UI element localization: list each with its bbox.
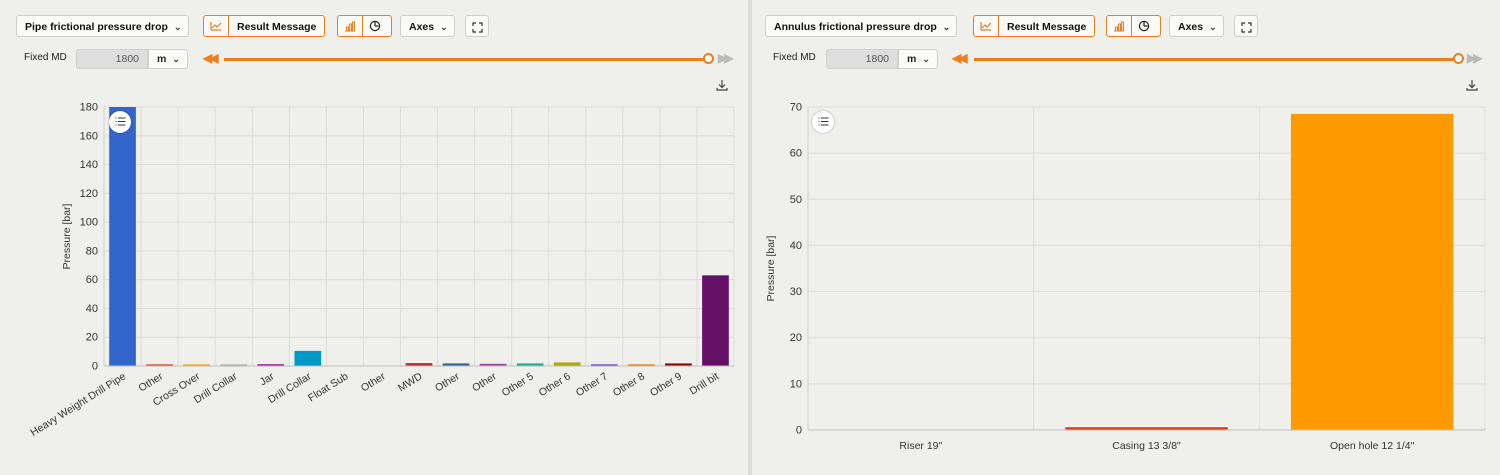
- y-tick-label: 180: [80, 102, 98, 114]
- chart-menu-button[interactable]: [109, 111, 131, 133]
- x-tick-label: Other 8: [611, 370, 647, 399]
- y-tick-label: 120: [80, 188, 98, 200]
- x-tick-label: Open hole 12 1/4": [1330, 440, 1415, 452]
- x-tick-label: MWD: [396, 370, 425, 394]
- bar: [109, 107, 136, 366]
- x-tick-label: Other 9: [648, 370, 684, 399]
- x-tick-label: Other: [433, 370, 462, 394]
- y-tick-label: 60: [790, 148, 802, 160]
- x-tick-label: Other 6: [537, 370, 573, 399]
- y-tick-label: 30: [790, 286, 802, 298]
- x-tick-label: Other 5: [500, 370, 536, 399]
- y-axis-label: Pressure [bar]: [61, 203, 73, 269]
- bar: [702, 275, 729, 366]
- y-tick-label: 50: [790, 194, 802, 206]
- y-tick-label: 40: [790, 240, 802, 252]
- x-tick-label: Float Sub: [306, 370, 351, 404]
- bar: [1290, 113, 1454, 431]
- y-tick-label: 20: [86, 332, 98, 344]
- pipe-pressure-chart: 0 20 40 60 80 100 120 140 160 180 Heavy Weight Dri…: [28, 102, 735, 439]
- x-tick-label: Jar: [258, 370, 277, 388]
- y-tick-label: 100: [80, 217, 98, 229]
- y-tick-label: 140: [80, 159, 98, 171]
- chart-menu-button[interactable]: [812, 111, 834, 133]
- y-tick-label: 0: [92, 361, 98, 373]
- x-tick-label: Riser 19": [899, 440, 942, 452]
- y-tick-label: 160: [80, 130, 98, 142]
- y-tick-label: 40: [86, 303, 98, 315]
- y-tick-label: 20: [790, 332, 802, 344]
- pipe-pressure-panel: Pipe frictional pressure drop ⌄ Result Me…: [0, 0, 748, 475]
- menu-icon: [818, 113, 829, 131]
- y-tick-label: 70: [790, 102, 802, 114]
- y-tick-label: 10: [790, 378, 802, 390]
- x-tick-label: Drill bit: [687, 370, 721, 397]
- x-tick-label: Other: [359, 370, 388, 394]
- y-axis-label: Pressure [bar]: [765, 235, 777, 301]
- bar: [294, 350, 322, 366]
- x-tick-label: Other 7: [574, 370, 610, 399]
- bar: [553, 362, 581, 366]
- x-tick-label: Heavy Weight Drill Pipe: [28, 370, 128, 439]
- y-tick-label: 80: [86, 245, 98, 257]
- y-tick-label: 0: [796, 425, 802, 437]
- annulus-pressure-panel: Annulus frictional pressure drop ⌄ Result…: [752, 0, 1500, 475]
- y-tick-label: 60: [86, 274, 98, 286]
- x-tick-label: Casing 13 3/8": [1112, 440, 1181, 452]
- x-tick-label: Other: [137, 370, 166, 394]
- annulus-pressure-chart: 0 10 20 30 40 50 60 70 Riser 19" Casing 13 3/8" Op…: [765, 102, 1486, 452]
- x-tick-label: Other: [470, 370, 499, 394]
- menu-icon: [115, 113, 126, 131]
